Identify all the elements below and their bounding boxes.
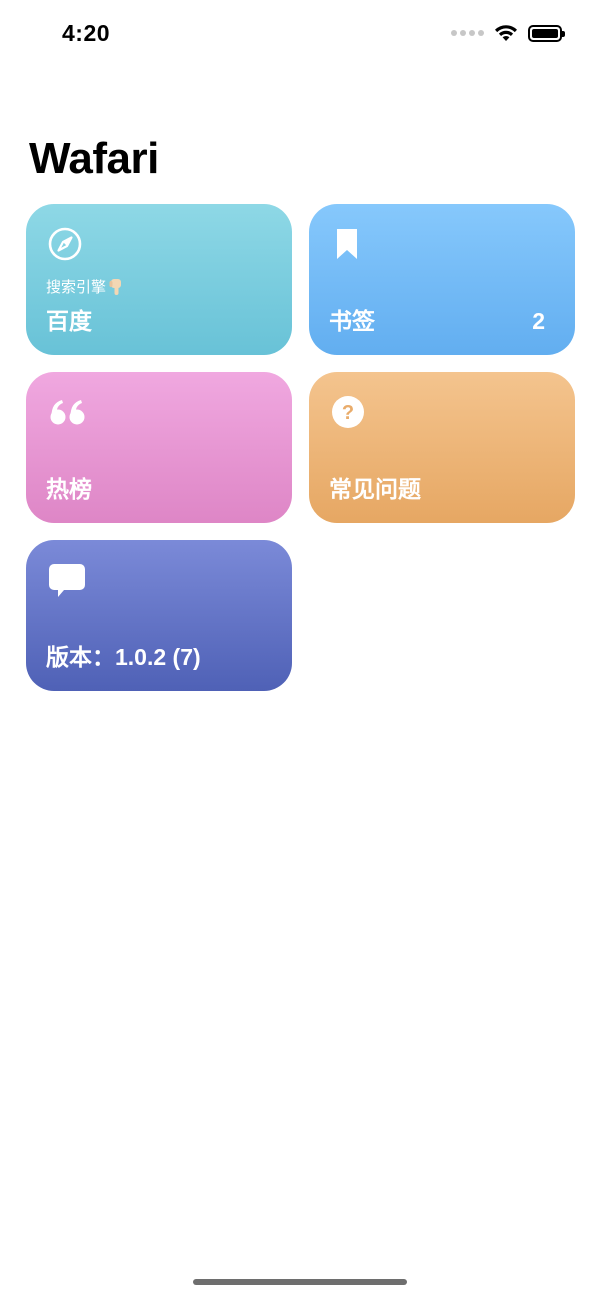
status-icons bbox=[451, 24, 565, 42]
faq-card[interactable]: ? 常见问题 bbox=[309, 372, 575, 523]
svg-text:?: ? bbox=[342, 402, 354, 424]
trending-card[interactable]: 热榜 bbox=[26, 372, 292, 523]
version-label: 版本：1.0.2 (7) bbox=[46, 644, 201, 670]
status-bar: 4:20 bbox=[0, 0, 600, 70]
trending-label: 热榜 bbox=[46, 476, 92, 502]
bookmarks-label: 书签 bbox=[329, 308, 375, 334]
compass-icon bbox=[48, 227, 82, 261]
signal-dots-icon bbox=[451, 30, 484, 36]
quote-icon bbox=[50, 400, 85, 425]
question-circle-icon: ? bbox=[332, 396, 364, 428]
search-engine-sublabel: 搜索引擎 bbox=[46, 276, 126, 297]
pointing-down-hand-icon bbox=[109, 278, 122, 295]
status-time: 4:20 bbox=[62, 20, 111, 46]
battery-icon bbox=[528, 24, 565, 42]
page-title: Wafari bbox=[29, 134, 159, 183]
wifi-icon bbox=[495, 25, 517, 41]
version-card[interactable]: 版本：1.0.2 (7) bbox=[26, 540, 292, 691]
bookmark-icon bbox=[337, 229, 357, 259]
bookmarks-card[interactable]: 书签 2 bbox=[309, 204, 575, 355]
home-indicator[interactable] bbox=[193, 1279, 407, 1285]
bookmarks-count: 2 bbox=[532, 308, 545, 334]
search-engine-label: 百度 bbox=[46, 308, 92, 334]
faq-label: 常见问题 bbox=[329, 476, 421, 502]
speech-bubble-icon bbox=[49, 564, 85, 597]
search-engine-card[interactable]: 搜索引擎 百度 bbox=[26, 204, 292, 355]
